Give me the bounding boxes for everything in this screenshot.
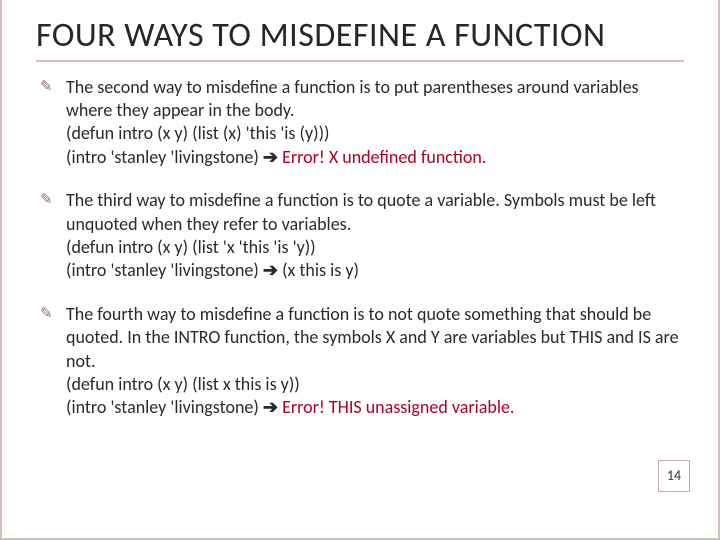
bullet-list: ✎ The second way to misdefine a function… <box>36 76 684 420</box>
list-item: ✎ The second way to misdefine a function… <box>36 76 684 170</box>
bullet-icon: ✎ <box>40 78 53 98</box>
code-line: (defun intro (x y) (list (x) 'this 'is (… <box>66 122 684 145</box>
code-line: (defun intro (x y) (list 'x 'this 'is 'y… <box>66 236 684 259</box>
bullet-lead: The second way to misdefine a function i… <box>66 76 684 123</box>
slide: FOUR WAYS TO MISDEFINE A FUNCTION ✎ The … <box>0 0 720 540</box>
list-item: ✎ The third way to misdefine a function … <box>36 189 684 283</box>
bullet-icon: ✎ <box>40 191 53 211</box>
result-text: Error! X undefined function. <box>282 146 486 168</box>
call-line: (intro 'stanley 'livingstone) ➔ Error! X… <box>66 146 684 169</box>
bullet-icon: ✎ <box>40 305 53 325</box>
call-text: (intro 'stanley 'livingstone) <box>66 146 259 168</box>
title-underline <box>36 60 684 62</box>
code-line: (defun intro (x y) (list x this is y)) <box>66 373 684 396</box>
list-item: ✎ The fourth way to misdefine a function… <box>36 303 684 420</box>
slide-title: FOUR WAYS TO MISDEFINE A FUNCTION <box>36 18 684 54</box>
arrow-icon: ➔ <box>263 396 278 418</box>
result-text: Error! THIS unassigned variable. <box>282 396 514 418</box>
arrow-icon: ➔ <box>263 146 278 168</box>
call-line: (intro 'stanley 'livingstone) ➔ Error! T… <box>66 396 684 419</box>
bullet-lead: The fourth way to misdefine a function i… <box>66 303 684 373</box>
result-text: (x this is y) <box>282 259 359 281</box>
call-line: (intro 'stanley 'livingstone) ➔ (x this … <box>66 259 684 282</box>
call-text: (intro 'stanley 'livingstone) <box>66 259 259 281</box>
slide-number-badge: 14 <box>658 460 690 492</box>
bullet-lead: The third way to misdefine a function is… <box>66 189 684 236</box>
call-text: (intro 'stanley 'livingstone) <box>66 396 259 418</box>
arrow-icon: ➔ <box>263 259 278 281</box>
